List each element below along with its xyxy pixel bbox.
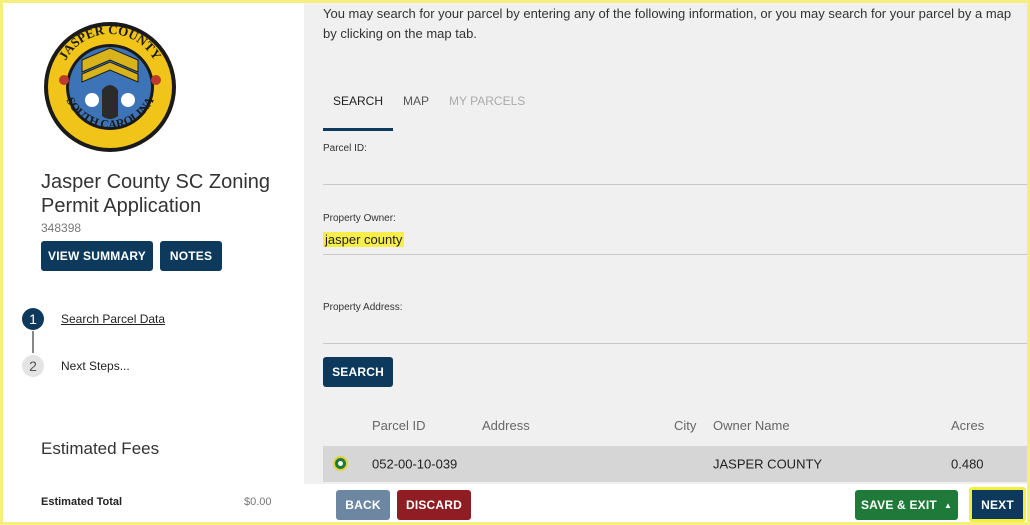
row-select-radio[interactable] — [333, 456, 348, 471]
step-number: 2 — [22, 355, 44, 377]
search-tabs: SEARCH MAP MY PARCELS — [323, 94, 535, 131]
caret-up-icon: ▲ — [943, 500, 953, 510]
cell-acres: 0.480 — [951, 456, 984, 472]
column-parcel-id[interactable]: Parcel ID — [372, 418, 425, 433]
sidebar: JASPER COUNTY SOUTH CAROLINA Jasper Coun… — [0, 0, 304, 525]
view-summary-button[interactable]: VIEW SUMMARY — [41, 241, 153, 271]
column-address[interactable]: Address — [482, 418, 530, 433]
property-owner-input[interactable]: jasper county — [323, 232, 405, 247]
search-button[interactable]: SEARCH — [323, 357, 393, 387]
step-number: 1 — [22, 308, 44, 330]
property-address-label: Property Address: — [323, 302, 403, 313]
property-address-input[interactable] — [323, 343, 1030, 344]
column-owner-name[interactable]: Owner Name — [713, 418, 790, 433]
column-city[interactable]: City — [674, 418, 696, 433]
next-button[interactable]: NEXT — [969, 487, 1026, 522]
step-label: Next Steps... — [61, 359, 130, 373]
estimated-fees-heading: Estimated Fees — [41, 439, 160, 458]
back-button[interactable]: BACK — [336, 490, 390, 520]
cell-parcel-id: 052-00-10-039 — [372, 456, 458, 472]
step-search-parcel-data[interactable]: 1 Search Parcel Data — [22, 308, 165, 330]
tab-my-parcels[interactable]: MY PARCELS — [439, 94, 535, 131]
application-id: 348398 — [41, 221, 82, 235]
tab-map[interactable]: MAP — [393, 94, 439, 131]
step-next-steps: 2 Next Steps... — [22, 355, 130, 377]
cell-owner-name: JASPER COUNTY — [713, 456, 823, 472]
property-owner-underline — [323, 254, 1030, 255]
column-acres[interactable]: Acres — [951, 418, 984, 433]
intro-text: You may search for your parcel by enteri… — [323, 6, 1012, 41]
parcel-id-label: Parcel ID: — [323, 143, 367, 154]
application-title: Jasper County SC Zoning Permit Applicati… — [41, 171, 271, 217]
radio-selected-dot — [338, 461, 343, 466]
save-exit-button[interactable]: SAVE & EXIT ▲ — [855, 490, 958, 520]
step-label[interactable]: Search Parcel Data — [61, 312, 165, 326]
county-seal-logo: JASPER COUNTY SOUTH CAROLINA — [44, 22, 176, 152]
step-connector — [32, 331, 34, 353]
discard-button[interactable]: DISCARD — [397, 490, 471, 520]
estimated-total-value: $0.00 — [244, 496, 272, 508]
property-owner-label: Property Owner: — [323, 213, 396, 224]
tab-search[interactable]: SEARCH — [323, 94, 394, 131]
notes-button[interactable]: NOTES — [160, 241, 222, 271]
save-exit-label: SAVE & EXIT — [860, 498, 937, 512]
estimated-total-label: Estimated Total — [41, 496, 123, 508]
parcel-id-input[interactable] — [323, 184, 1030, 185]
